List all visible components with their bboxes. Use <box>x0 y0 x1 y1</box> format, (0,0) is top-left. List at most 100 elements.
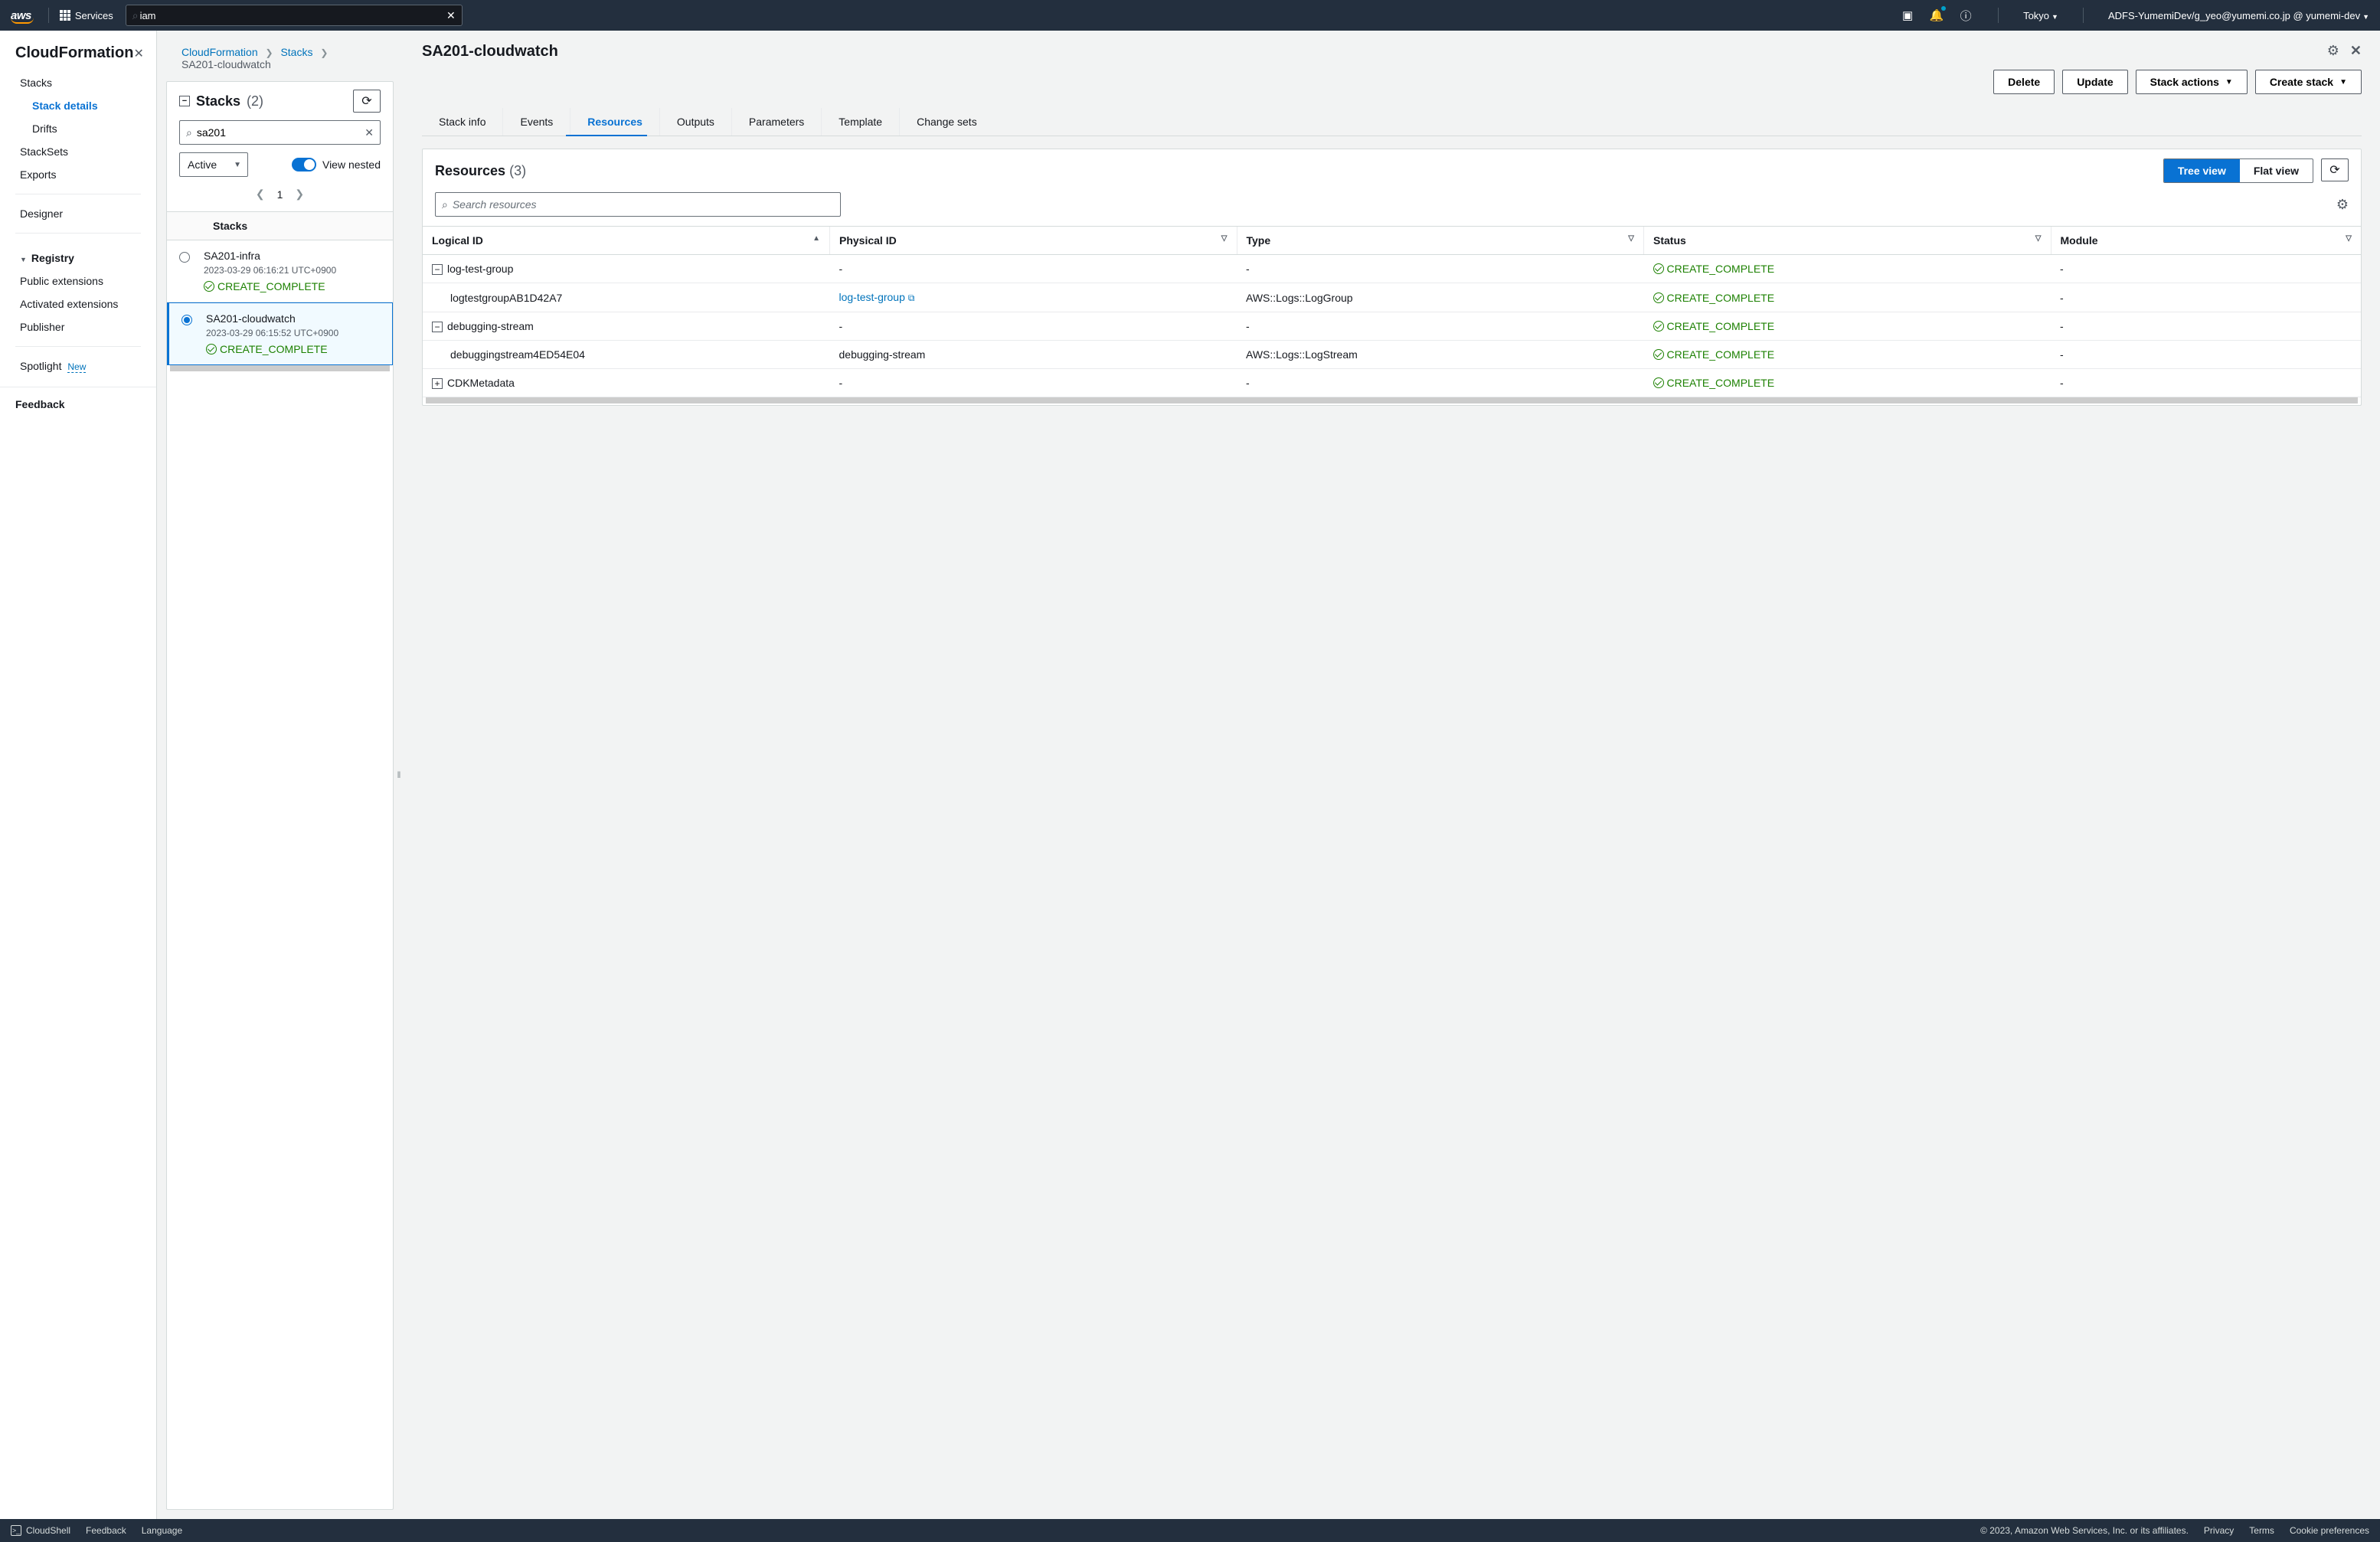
sort-icon: ▽ <box>2346 234 2352 243</box>
footer-terms[interactable]: Terms <box>2249 1525 2274 1536</box>
clear-icon[interactable]: ✕ <box>365 126 374 139</box>
physical-id: - <box>839 377 843 389</box>
resources-search[interactable]: ⌕ <box>435 192 841 217</box>
sidebar-item-designer[interactable]: Designer <box>0 202 156 225</box>
gear-icon[interactable]: ⚙ <box>2336 197 2349 213</box>
pager: ❮ 1 ❯ <box>179 185 381 204</box>
col-type[interactable]: Type▽ <box>1237 227 1644 255</box>
breadcrumb: CloudFormation ❯ Stacks ❯ SA201-cloudwat… <box>166 40 394 74</box>
radio-icon[interactable] <box>179 252 190 263</box>
delete-button[interactable]: Delete <box>1993 70 2055 94</box>
toggle-icon[interactable] <box>292 158 316 172</box>
scrollbar[interactable] <box>170 365 390 371</box>
stacks-search[interactable]: ⌕ ✕ <box>179 120 381 145</box>
view-nested-toggle[interactable]: View nested <box>292 158 381 172</box>
footer-feedback[interactable]: Feedback <box>86 1525 126 1536</box>
grid-icon <box>60 10 70 21</box>
services-menu[interactable]: Services <box>60 10 113 21</box>
sidebar-item-stacks[interactable]: Stacks <box>0 71 156 94</box>
stack-name: SA201-cloudwatch <box>206 312 338 325</box>
stack-item[interactable]: SA201-cloudwatch 2023-03-29 06:15:52 UTC… <box>167 302 393 365</box>
col-logical-id[interactable]: Logical ID▲ <box>423 227 830 255</box>
main: CloudFormation ✕ Stacks Stack details Dr… <box>0 31 2380 1519</box>
tab-resources[interactable]: Resources <box>570 108 642 136</box>
stack-title: SA201-cloudwatch <box>422 43 558 60</box>
cloudshell-link[interactable]: >_ CloudShell <box>11 1525 70 1536</box>
physical-id-cell: - <box>830 369 1237 397</box>
tab-change-sets[interactable]: Change sets <box>899 108 977 136</box>
tab-parameters[interactable]: Parameters <box>731 108 804 136</box>
detail-pane: SA201-cloudwatch ⚙ ✕ Delete Update Stack… <box>404 31 2380 1519</box>
refresh-resources-button[interactable]: ⟳ <box>2321 158 2349 181</box>
stacks-search-input[interactable] <box>192 126 365 139</box>
create-stack-button[interactable]: Create stack▼ <box>2255 70 2362 94</box>
close-icon[interactable]: ✕ <box>2350 43 2362 59</box>
col-status[interactable]: Status▽ <box>1644 227 2051 255</box>
sidebar-item-activated-extensions[interactable]: Activated extensions <box>0 292 156 315</box>
collapse-icon[interactable]: − <box>179 96 190 106</box>
flat-view-button[interactable]: Flat view <box>2240 159 2313 182</box>
sidebar-item-public-extensions[interactable]: Public extensions <box>0 270 156 292</box>
update-button[interactable]: Update <box>2062 70 2127 94</box>
aws-logo[interactable]: aws <box>11 9 38 22</box>
scrollbar[interactable] <box>426 397 2358 403</box>
breadcrumb-cloudformation[interactable]: CloudFormation <box>181 46 258 58</box>
cloudshell-icon[interactable]: ▣ <box>1900 8 1915 23</box>
expand-icon[interactable]: + <box>432 378 443 389</box>
type-cell: - <box>1237 312 1644 341</box>
sidebar-item-publisher[interactable]: Publisher <box>0 315 156 338</box>
stack-timestamp: 2023-03-29 06:16:21 UTC+0900 <box>204 265 336 276</box>
nav-divider <box>48 8 49 23</box>
stack-status: CREATE_COMPLETE <box>204 280 336 292</box>
tab-events[interactable]: Events <box>502 108 553 136</box>
stacks-title: Stacks <box>196 93 240 109</box>
sidebar-item-spotlight[interactable]: Spotlight New <box>0 354 156 377</box>
collapse-icon[interactable]: − <box>432 322 443 332</box>
external-link-icon: ⧉ <box>908 292 915 304</box>
clear-search-icon[interactable]: ✕ <box>446 9 456 22</box>
stack-name: SA201-infra <box>204 250 336 262</box>
physical-id-link[interactable]: log-test-group⧉ <box>839 291 915 303</box>
search-icon: ⌕ <box>442 198 448 211</box>
stack-actions-button[interactable]: Stack actions▼ <box>2136 70 2248 94</box>
gear-icon[interactable]: ⚙ <box>2327 43 2339 59</box>
sidebar-item-stacksets[interactable]: StackSets <box>0 140 156 163</box>
footer-cookies[interactable]: Cookie preferences <box>2290 1525 2369 1536</box>
logical-id-cell: −log-test-group <box>423 255 830 283</box>
sidebar-group-registry[interactable]: Registry <box>0 241 156 270</box>
account-menu[interactable]: ADFS-YumemiDev/g_yeo@yumemi.co.jp @ yume… <box>2108 10 2369 21</box>
sidebar-item-exports[interactable]: Exports <box>0 163 156 186</box>
prev-page-icon[interactable]: ❮ <box>256 188 265 201</box>
global-search-input[interactable] <box>139 9 446 22</box>
col-module[interactable]: Module▽ <box>2051 227 2361 255</box>
help-icon[interactable]: ⓘ <box>1958 8 1973 23</box>
tab-template[interactable]: Template <box>821 108 882 136</box>
region-selector[interactable]: Tokyo▼ <box>2023 10 2058 21</box>
next-page-icon[interactable]: ❯ <box>295 188 304 201</box>
col-physical-id[interactable]: Physical ID▽ <box>830 227 1237 255</box>
splitter-handle[interactable]: ‖ <box>394 31 404 1519</box>
refresh-button[interactable]: ⟳ <box>353 90 381 113</box>
bell-icon[interactable]: 🔔 <box>1929 8 1944 23</box>
breadcrumb-stacks[interactable]: Stacks <box>280 46 312 58</box>
footer-privacy[interactable]: Privacy <box>2204 1525 2234 1536</box>
sidebar-item-stack-details[interactable]: Stack details <box>0 94 156 117</box>
collapse-icon[interactable]: − <box>432 264 443 275</box>
tree-view-button[interactable]: Tree view <box>2164 159 2240 182</box>
footer-language[interactable]: Language <box>142 1525 182 1536</box>
sidebar-feedback[interactable]: Feedback <box>0 387 156 421</box>
resources-search-input[interactable] <box>448 198 834 211</box>
tab-stack-info[interactable]: Stack info <box>439 108 485 136</box>
stack-item[interactable]: SA201-infra 2023-03-29 06:16:21 UTC+0900… <box>167 240 393 302</box>
radio-icon[interactable] <box>181 315 192 325</box>
resources-count: (3) <box>509 163 526 178</box>
global-search[interactable]: ⌕ ✕ <box>126 5 463 26</box>
success-icon <box>1653 321 1664 332</box>
status-filter-dropdown[interactable]: Active <box>179 152 248 177</box>
close-icon[interactable]: ✕ <box>133 46 143 61</box>
tab-outputs[interactable]: Outputs <box>659 108 714 136</box>
search-icon: ⌕ <box>132 9 139 22</box>
sidebar-item-drifts[interactable]: Drifts <box>0 117 156 140</box>
sidebar-divider <box>15 346 141 347</box>
nav-right: ▣ 🔔 ⓘ Tokyo▼ ADFS-YumemiDev/g_yeo@yumemi… <box>1900 8 2369 23</box>
